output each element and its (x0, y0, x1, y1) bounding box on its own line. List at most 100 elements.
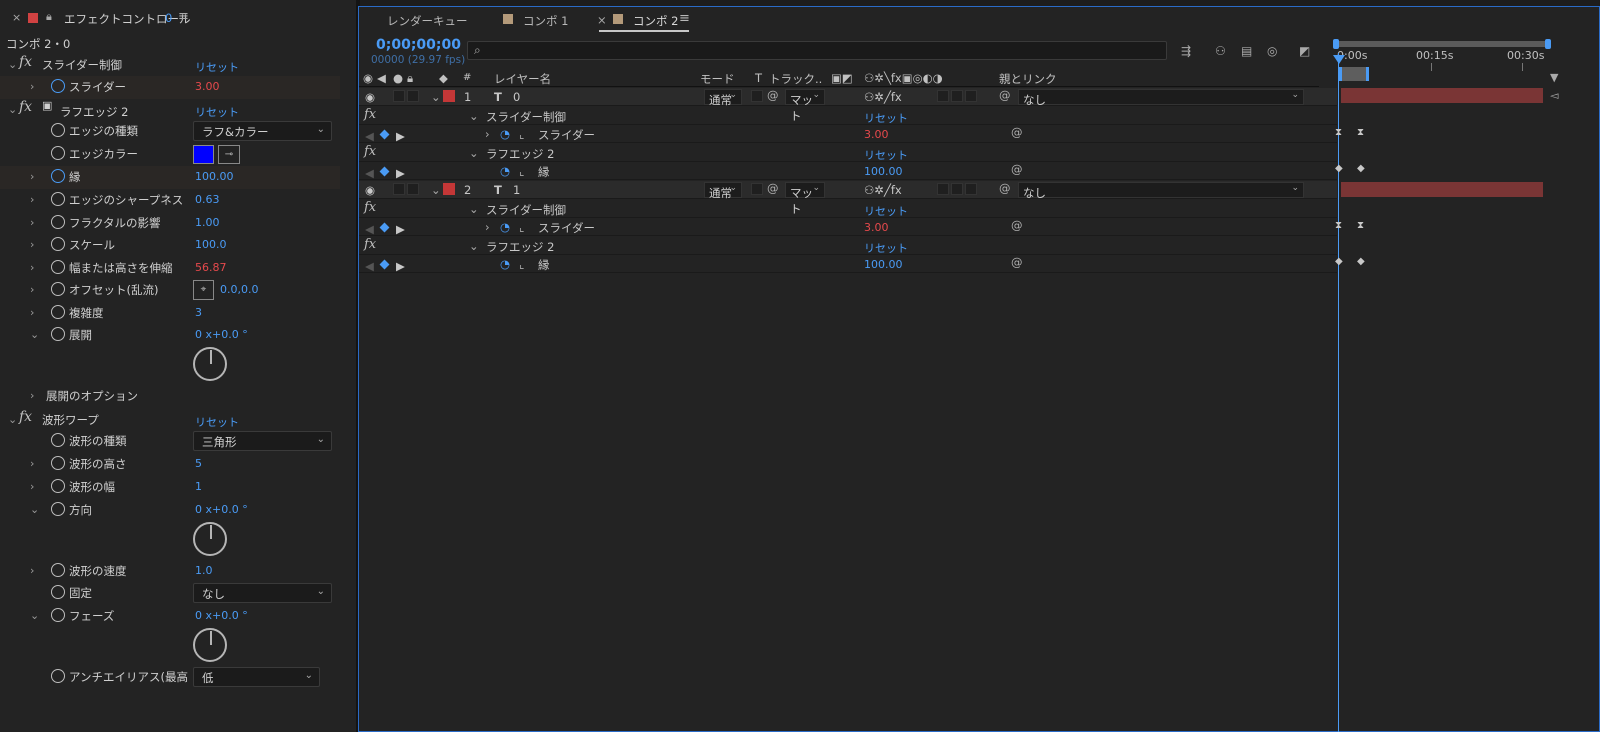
reset-link[interactable]: リセット (864, 147, 908, 163)
stopwatch-icon[interactable] (51, 169, 65, 183)
column-mode[interactable]: モード (700, 71, 735, 87)
time-navigator[interactable] (1333, 39, 1551, 49)
effect-row[interactable]: fx ⌄ スライダー制御 リセット (359, 200, 1337, 218)
chevron-right-icon[interactable]: › (30, 389, 34, 402)
eye-icon[interactable]: ◉ (363, 71, 373, 85)
stopwatch-icon[interactable] (51, 502, 65, 516)
chevron-down-icon[interactable]: ⌄ (469, 239, 479, 253)
chevron-right-icon[interactable]: › (30, 457, 34, 470)
prev-keyframe-icon[interactable]: ◀ (365, 129, 374, 143)
evolution-angle-dial[interactable] (193, 347, 227, 381)
tab-menu-icon[interactable]: ≡ (679, 11, 690, 26)
reset-link[interactable]: リセット (864, 240, 908, 256)
current-time-indicator[interactable] (1338, 53, 1339, 732)
layer-row[interactable]: ◉ ⌄ 2 T 1 通常 ⌄ @ マット ⌄ ⚇✲╱fx @ なし ⌄ (359, 181, 1337, 216)
property-value[interactable]: 0.0,0.0 (220, 283, 258, 296)
point-target-icon[interactable]: ⌖ (193, 280, 214, 300)
fx-icon[interactable]: fx (19, 54, 32, 70)
chevron-right-icon[interactable]: › (30, 170, 34, 183)
motion-blur-icon[interactable]: ◎ (1267, 44, 1281, 58)
close-icon[interactable]: × (12, 11, 21, 24)
stopwatch-icon[interactable] (51, 608, 65, 622)
switch-box[interactable] (937, 90, 949, 102)
label-tag-icon[interactable]: ◆ (439, 71, 448, 85)
tab-comp-1[interactable]: コンポ 1 (523, 13, 568, 29)
reset-link[interactable]: リセット (195, 59, 239, 75)
eye-icon[interactable]: ◉ (365, 90, 375, 104)
keyframe-icon[interactable]: ⧗ (1335, 127, 1342, 138)
navigator-start-handle[interactable] (1333, 39, 1339, 49)
next-keyframe-icon[interactable]: ▶ (396, 129, 405, 143)
prev-keyframe-icon[interactable]: ◀ (365, 222, 374, 236)
pinning-dropdown[interactable]: なし ⌄ (193, 583, 332, 603)
fx-icon[interactable]: fx (364, 144, 376, 159)
audio-icon[interactable]: ◀ (377, 71, 386, 85)
lock-icon[interactable]: 🔒︎ (407, 71, 413, 86)
chevron-down-icon[interactable]: ⌄ (469, 146, 479, 160)
chevron-down-icon[interactable]: ⌄ (30, 609, 39, 622)
property-value[interactable]: 3.00 (864, 128, 889, 141)
chevron-down-icon[interactable]: ⌄ (8, 413, 17, 426)
parent-pickwhip-icon[interactable]: @ (999, 88, 1011, 102)
layer-switches[interactable]: ⚇✲╱fx (864, 90, 902, 104)
column-t[interactable]: T (755, 71, 762, 85)
column-number[interactable]: # (463, 72, 471, 83)
fx-icon[interactable]: fx (364, 200, 376, 215)
next-keyframe-icon[interactable]: ▶ (396, 222, 405, 236)
stopwatch-icon[interactable] (51, 305, 65, 319)
stopwatch-icon[interactable] (51, 237, 65, 251)
stopwatch-icon[interactable] (51, 669, 65, 683)
panel-menu-icon[interactable]: ≡ (178, 9, 189, 24)
chevron-right-icon[interactable]: › (30, 193, 34, 206)
chevron-down-icon[interactable]: ⌄ (8, 103, 17, 116)
chevron-right-icon[interactable]: › (30, 480, 34, 493)
stopwatch-icon[interactable] (51, 192, 65, 206)
property-value[interactable]: 5 (195, 457, 202, 470)
preserve-transparency-box[interactable] (751, 183, 763, 195)
expression-pickwhip-icon[interactable]: @ (1011, 218, 1023, 232)
add-keyframe-icon[interactable] (379, 166, 390, 177)
keyframe-icon[interactable]: ⧗ (1335, 220, 1342, 231)
stopwatch-icon[interactable]: ◔ (500, 220, 510, 234)
column-layer-name[interactable]: レイヤー名 (494, 71, 551, 87)
switch-box[interactable] (965, 183, 977, 195)
switch-box[interactable] (965, 90, 977, 102)
property-value[interactable]: 1 (195, 480, 202, 493)
switch-box[interactable] (937, 183, 949, 195)
column-parent-link[interactable]: 親とリンク (999, 71, 1057, 87)
effect-row[interactable]: fx ⌄ ラフエッジ 2 リセット (359, 237, 1337, 255)
chevron-right-icon[interactable]: › (30, 306, 34, 319)
stopwatch-icon[interactable] (51, 456, 65, 470)
property-group-label[interactable]: 展開のオプション (46, 388, 138, 404)
chevron-right-icon[interactable]: › (485, 220, 490, 234)
keyframe-icon[interactable]: ⧗ (1357, 127, 1364, 138)
stopwatch-icon[interactable] (51, 123, 65, 137)
work-area-bar[interactable] (1339, 67, 1369, 81)
frame-blending-icon[interactable]: ▤ (1241, 44, 1255, 58)
graph-icon[interactable]: ⌞ (519, 164, 524, 178)
chevron-right-icon[interactable]: › (30, 238, 34, 251)
stopwatch-icon[interactable] (51, 260, 65, 274)
property-value[interactable]: 100.00 (864, 258, 903, 271)
property-value[interactable]: 3.00 (195, 80, 220, 93)
stopwatch-icon[interactable] (51, 146, 65, 160)
effect-row[interactable]: fx ⌄ スライダー制御 リセット (359, 107, 1337, 125)
playhead-handle[interactable] (1333, 55, 1345, 64)
stopwatch-icon[interactable] (51, 327, 65, 341)
property-value[interactable]: 0 x+0.0 ° (195, 328, 248, 341)
parent-dropdown[interactable]: なし ⌄ (1018, 182, 1304, 200)
fx-icon[interactable]: fx (19, 99, 32, 115)
close-icon[interactable]: × (597, 13, 607, 27)
pickwhip-icon[interactable]: @ (767, 88, 779, 102)
property-value[interactable]: 0 x+0.0 ° (195, 609, 248, 622)
expression-pickwhip-icon[interactable]: @ (1011, 162, 1023, 176)
chevron-down-icon[interactable]: ⌄ (431, 90, 441, 104)
layer-duration-bar[interactable] (1341, 88, 1543, 103)
fx-icon[interactable]: fx (364, 107, 376, 122)
add-keyframe-icon[interactable] (379, 259, 390, 270)
effect-roughen-edges[interactable]: ⌄ fx ▣ ラフエッジ 2 リセット (0, 99, 340, 122)
chevron-down-icon[interactable]: ⌄ (469, 202, 479, 216)
navigator-end-handle[interactable] (1545, 39, 1551, 49)
direction-angle-dial[interactable] (193, 522, 227, 556)
property-value[interactable]: 3.00 (864, 221, 889, 234)
